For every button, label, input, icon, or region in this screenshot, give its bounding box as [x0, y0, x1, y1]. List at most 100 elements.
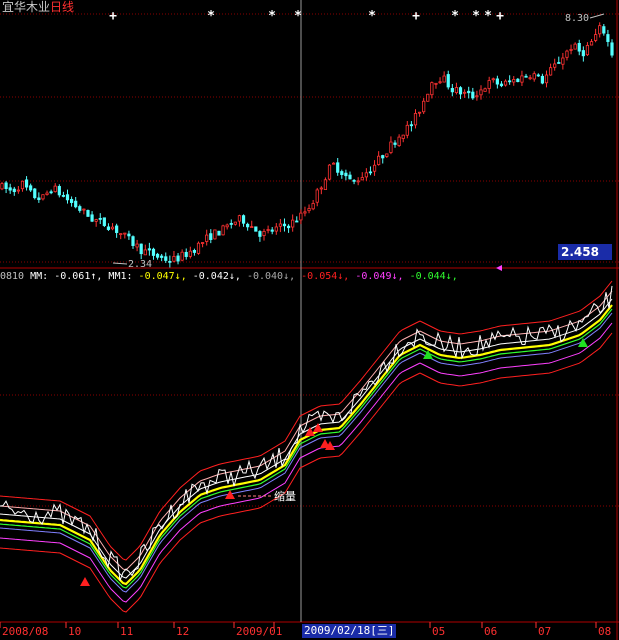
- candle-body: [86, 210, 90, 217]
- candle-body: [536, 74, 540, 77]
- candle-body: [115, 225, 119, 233]
- candle-body: [344, 172, 348, 177]
- top-marker: *: [472, 9, 480, 24]
- candle-body: [594, 34, 598, 41]
- candle-body: [323, 179, 328, 190]
- top-marker: *: [451, 9, 459, 24]
- candle-body: [65, 194, 70, 201]
- envelope-line: [0, 332, 613, 613]
- x-tick-label: 05: [432, 625, 445, 638]
- candle-body: [389, 141, 393, 153]
- candle-body: [454, 87, 459, 94]
- candle-body: [483, 88, 487, 92]
- top-marker: +: [109, 9, 117, 24]
- x-tick-label: 10: [68, 625, 81, 638]
- candle-body: [151, 248, 156, 256]
- high-price-pointer: [589, 13, 605, 19]
- candle-body: [225, 224, 229, 228]
- candle-body: [417, 111, 422, 114]
- candle-body: [123, 232, 127, 235]
- candle-body: [160, 255, 164, 258]
- candle-body: [352, 179, 356, 182]
- candle-body: [487, 80, 491, 89]
- annotation-label: 缩量: [274, 490, 296, 503]
- stock-chart[interactable]: 缩量 + * * * * + * * * +8.30 2.34 2008/08 10 11 12 2009/…: [0, 0, 619, 640]
- candle-body: [442, 75, 446, 83]
- envelope-line: [0, 280, 613, 561]
- candle-body: [98, 217, 102, 220]
- x-tick-label: 2008/08: [2, 625, 48, 638]
- candle-body: [143, 249, 147, 256]
- candle-body: [188, 250, 192, 257]
- x-tick-label: 06: [484, 625, 497, 638]
- indicator-lines: [0, 280, 613, 613]
- candle-body: [377, 155, 381, 165]
- candle-body: [106, 226, 111, 230]
- candle-body: [246, 223, 250, 228]
- candle-body: [512, 79, 516, 83]
- candle-body: [213, 229, 217, 240]
- candle-body: [557, 62, 561, 64]
- candle-body: [450, 88, 454, 93]
- candle-body: [475, 95, 479, 98]
- candle-body: [348, 174, 352, 180]
- candle-body: [573, 43, 577, 50]
- selected-date: 2009/02/18[三]: [302, 624, 397, 638]
- candle-body: [8, 187, 12, 191]
- candle-body: [20, 180, 25, 190]
- candle-body: [307, 208, 311, 212]
- candle-body: [254, 226, 258, 232]
- top-marker: +: [412, 9, 420, 24]
- candle-body: [598, 25, 602, 35]
- candle-body: [610, 42, 614, 56]
- candle-body: [495, 78, 499, 85]
- chart-labels: + * * * * + * * * +8.30 2.34: [109, 9, 605, 271]
- candle-body: [147, 248, 151, 251]
- candle-body: [205, 234, 209, 242]
- candle-body: [278, 223, 282, 227]
- candle-body: [401, 134, 405, 139]
- candle-body: [467, 90, 471, 94]
- candle-body: [110, 226, 115, 230]
- candle-body: [340, 171, 344, 175]
- candle-body: [119, 233, 123, 235]
- candle-body: [528, 77, 532, 80]
- candle-body: [102, 217, 106, 226]
- candle-body: [553, 63, 557, 68]
- candle-body: [360, 177, 364, 181]
- candle-body: [438, 81, 442, 84]
- envelope-line: [0, 308, 613, 589]
- candle-body: [45, 192, 49, 195]
- candle-body: [53, 185, 57, 193]
- top-marker: *: [294, 9, 302, 24]
- low-price-label: 2.34: [128, 259, 152, 270]
- candle-body: [90, 214, 94, 222]
- candle-body: [94, 219, 98, 222]
- candle-body: [12, 188, 16, 193]
- candle-body: [78, 206, 82, 211]
- price-line: [0, 285, 613, 581]
- candle-body: [532, 73, 536, 80]
- candle-body: [258, 231, 262, 237]
- candle-body: [405, 124, 409, 136]
- top-marker: +: [496, 9, 504, 24]
- candle-body: [458, 87, 463, 95]
- candle-body: [565, 50, 569, 58]
- candle-body: [201, 242, 205, 244]
- candle-body: [164, 256, 168, 261]
- candle-body: [127, 233, 131, 237]
- x-tick-label: 08: [598, 625, 611, 638]
- candle-body: [577, 42, 581, 52]
- candle-body: [503, 80, 508, 86]
- candle-body: [409, 124, 413, 127]
- buy-signal-marker: [80, 577, 90, 586]
- candle-body: [209, 233, 213, 240]
- low-price-pointer: [112, 262, 128, 265]
- candle-body: [385, 153, 389, 157]
- candle-body: [135, 243, 139, 248]
- x-tick-label: 2009/01: [236, 625, 282, 638]
- candle-body: [131, 236, 135, 246]
- candle-body: [397, 136, 401, 147]
- envelope-line: [0, 322, 613, 603]
- candle-body: [381, 155, 385, 159]
